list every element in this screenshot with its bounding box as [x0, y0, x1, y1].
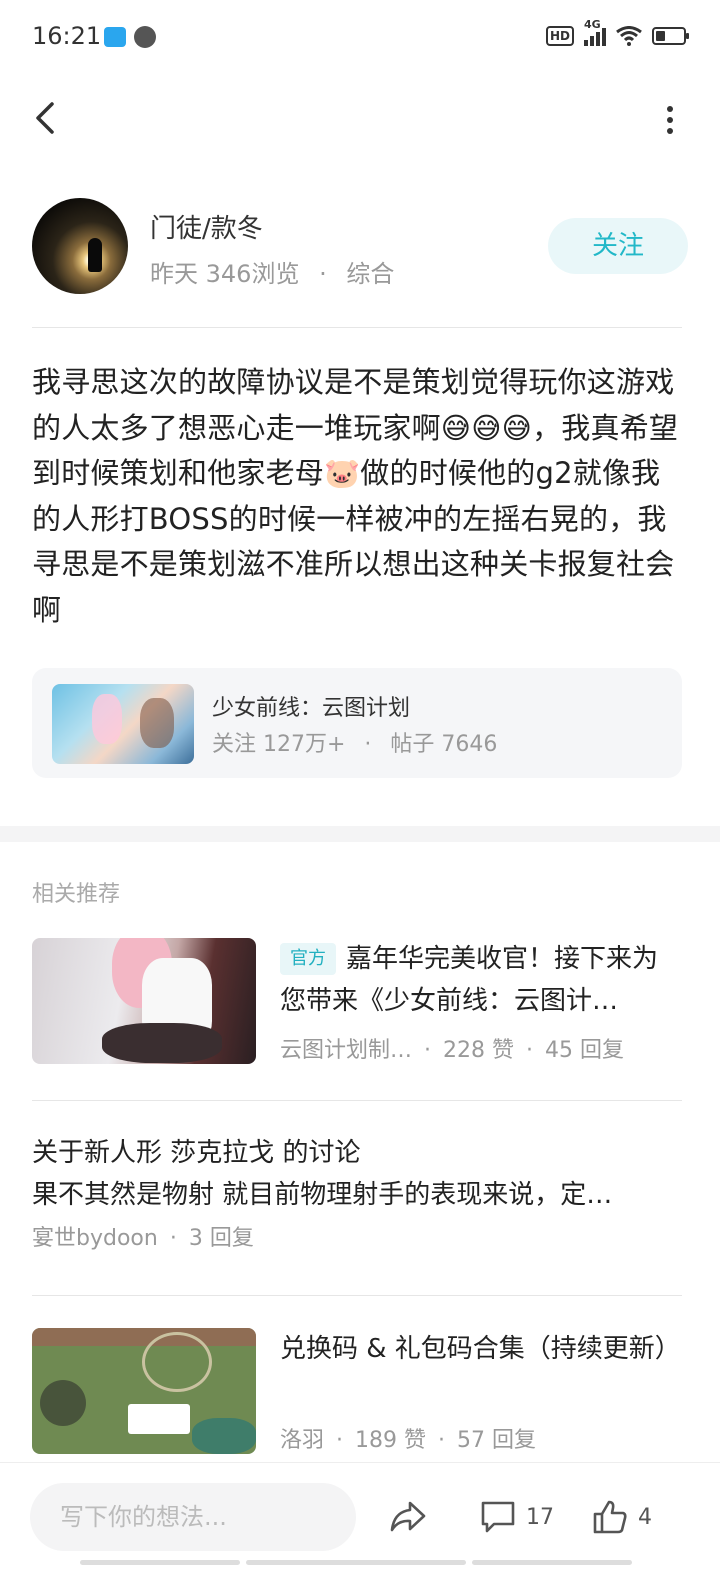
recommend-author: 宴世bydoon [32, 1226, 158, 1251]
wifi-icon [616, 26, 642, 46]
section-separator [0, 826, 720, 842]
recommend-title: 关于新人形 莎克拉戈 的讨论 [32, 1138, 361, 1168]
nav-indicator [472, 1560, 632, 1565]
notification-icon [134, 26, 156, 48]
back-icon[interactable] [28, 98, 68, 138]
avatar[interactable] [32, 198, 128, 294]
recommend-item[interactable]: 兑换码 & 礼包码合集（持续更新） 洛羽 · 189 赞 · 57 回复 [32, 1328, 682, 1458]
post-views: 346浏览 [205, 260, 300, 288]
battery-icon [652, 27, 689, 45]
divider [32, 1295, 682, 1296]
follow-button[interactable]: 关注 [548, 218, 688, 274]
hd-icon: HD [545, 26, 574, 46]
recommend-replies: 3 回复 [188, 1226, 254, 1251]
author-header: 门徒/款冬 昨天 346浏览 · 综合 关注 [32, 198, 688, 298]
recommend-likes: 228 赞 [443, 1038, 515, 1063]
game-card[interactable]: 少女前线：云图计划 关注 127万+ · 帖子 7646 [32, 668, 682, 778]
recommend-author: 洛羽 [280, 1428, 325, 1453]
recommend-item[interactable]: 关于新人形 莎克拉戈 的讨论 果不其然是物射 就目前物理射手的表现来说，定… 宴… [32, 1132, 682, 1262]
author-name[interactable]: 门徒/款冬 [150, 208, 263, 245]
like-count: 4 [638, 1504, 652, 1530]
signal-icon: 4G [584, 18, 606, 46]
thumbs-up-icon [593, 1500, 627, 1534]
post-category[interactable]: 综合 [346, 260, 394, 288]
recommend-title: 官方 嘉年华完美收官！接下来为您带来《少女前线：云图计… [280, 938, 682, 1022]
recommend-item[interactable]: 官方 嘉年华完美收官！接下来为您带来《少女前线：云图计… 云图计划制… · 228 赞… [32, 938, 682, 1068]
separator-dot: · [526, 1038, 534, 1063]
bottom-action-bar: 写下你的想法... 17 4 [0, 1462, 720, 1572]
separator-dot: · [424, 1038, 432, 1063]
status-bar: 16:21 HD 4G [0, 0, 720, 78]
recommend-meta: 宴世bydoon · 3 回复 [32, 1220, 682, 1252]
recommend-meta: 洛羽 · 189 赞 · 57 回复 [280, 1422, 682, 1454]
recommend-heading: 相关推荐 [32, 882, 121, 907]
separator-dot: · [336, 1428, 344, 1453]
separator-dot: · [319, 260, 327, 288]
like-button[interactable]: 4 [592, 1497, 652, 1537]
recommend-replies: 45 回复 [545, 1038, 625, 1063]
more-options-icon[interactable] [660, 102, 680, 138]
post-body: 我寻思这次的故障协议是不是策划觉得玩你这游戏的人太多了想恶心走一堆玩家啊😅😅😅，… [32, 365, 679, 627]
nav-indicator [80, 1560, 240, 1565]
share-button[interactable] [388, 1497, 428, 1537]
recommend-excerpt: 果不其然是物射 就目前物理射手的表现来说，定… [32, 1180, 613, 1210]
comment-icon [481, 1501, 515, 1533]
separator-dot: · [438, 1428, 446, 1453]
share-icon [390, 1501, 426, 1532]
game-stats: 关注 127万+ · 帖子 7646 [212, 726, 497, 758]
app-notification-icon [104, 27, 126, 47]
nav-indicator [246, 1560, 466, 1565]
recommend-title: 兑换码 & 礼包码合集（持续更新） [280, 1334, 681, 1364]
network-type-label: 4G [584, 18, 601, 31]
recommend-replies: 57 回复 [457, 1428, 537, 1453]
game-followers: 关注 127万+ [212, 732, 346, 757]
game-title: 少女前线：云图计划 [212, 696, 411, 721]
separator-dot: · [364, 732, 372, 757]
official-badge: 官方 [280, 943, 336, 975]
separator-dot: · [169, 1226, 177, 1251]
divider [32, 327, 682, 328]
post-meta: 昨天 346浏览 · 综合 [150, 254, 394, 289]
post-date: 昨天 [150, 260, 198, 288]
recommend-thumbnail [32, 938, 256, 1064]
top-nav [0, 80, 720, 160]
recommend-meta: 云图计划制… · 228 赞 · 45 回复 [280, 1032, 682, 1064]
comment-button[interactable]: 17 [480, 1497, 554, 1537]
status-time: 16:21 [32, 22, 102, 50]
recommend-likes: 189 赞 [355, 1428, 427, 1453]
recommend-author: 云图计划制… [280, 1038, 413, 1063]
comment-count: 17 [526, 1504, 554, 1530]
recommend-thumbnail [32, 1328, 256, 1454]
status-icons: HD 4G [545, 18, 689, 46]
game-thumbnail [52, 684, 194, 764]
comment-input[interactable]: 写下你的想法... [30, 1483, 356, 1551]
recommend-title-text: 嘉年华完美收官！接下来为您带来《少女前线：云图计… [280, 944, 659, 1016]
divider [32, 1100, 682, 1101]
game-posts: 帖子 7646 [390, 732, 498, 757]
